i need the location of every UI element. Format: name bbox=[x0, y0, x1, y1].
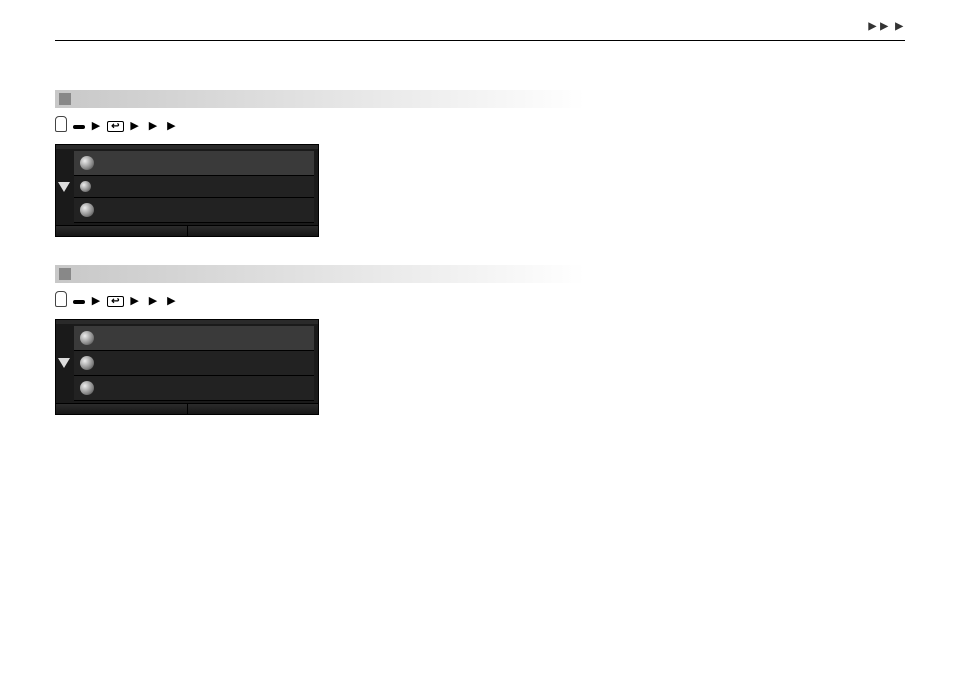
radio-icon bbox=[80, 381, 94, 395]
section-header-voice-language bbox=[55, 90, 585, 108]
cancel-button[interactable] bbox=[56, 226, 188, 236]
triangle-icon: ▶ bbox=[92, 120, 100, 132]
square-bullet-icon bbox=[59, 268, 71, 280]
section-header-keyboard-language bbox=[55, 265, 585, 283]
side-tab-system-setup bbox=[920, 100, 938, 226]
screenshot-body bbox=[56, 149, 318, 225]
triangle-icon: ▶ bbox=[895, 21, 903, 32]
option-list bbox=[72, 149, 318, 225]
save-button[interactable] bbox=[188, 404, 319, 414]
chevron-down-icon bbox=[58, 358, 70, 368]
page: ▶▶ ▶ ▶ ↩ ▶ ▶ ▶ bbox=[0, 0, 960, 678]
finger-icon bbox=[55, 291, 67, 307]
step-line bbox=[347, 169, 349, 190]
steps bbox=[347, 319, 349, 415]
nav-path: ▶ ↩ ▶ ▶ ▶ bbox=[55, 289, 585, 311]
screenshot-voice-language bbox=[55, 144, 319, 237]
step-line bbox=[347, 148, 349, 169]
screenshot-body bbox=[56, 324, 318, 403]
triangle-icon: ▶ bbox=[149, 120, 157, 132]
screenshot-footer bbox=[56, 403, 318, 414]
radio-icon bbox=[80, 181, 91, 192]
horizontal-rule bbox=[55, 40, 905, 41]
option-list bbox=[72, 324, 318, 403]
triangle-icon: ▶ bbox=[167, 295, 175, 307]
map-button-icon bbox=[73, 125, 85, 129]
square-bullet-icon bbox=[59, 93, 71, 105]
triangle-icon: ▶ bbox=[869, 21, 877, 32]
step-line bbox=[347, 323, 349, 344]
cancel-button[interactable] bbox=[56, 404, 188, 414]
list-item[interactable] bbox=[74, 376, 314, 401]
scroll-down-column[interactable] bbox=[56, 324, 72, 403]
triangle-icon: ▶ bbox=[130, 120, 138, 132]
content-row bbox=[55, 319, 585, 415]
finger-icon bbox=[55, 116, 67, 132]
back-button-icon: ↩ bbox=[107, 121, 123, 132]
radio-icon bbox=[80, 331, 94, 345]
map-button-icon bbox=[73, 300, 85, 304]
step-line bbox=[347, 344, 349, 365]
radio-icon bbox=[80, 156, 94, 170]
chevron-down-icon bbox=[58, 182, 70, 192]
list-item[interactable] bbox=[74, 351, 314, 376]
list-item[interactable] bbox=[74, 198, 314, 223]
steps bbox=[347, 144, 349, 237]
back-button-icon: ↩ bbox=[107, 296, 123, 307]
radio-icon bbox=[80, 203, 94, 217]
list-item[interactable] bbox=[74, 326, 314, 351]
screenshot-footer bbox=[56, 225, 318, 236]
radio-icon bbox=[80, 356, 94, 370]
list-item[interactable] bbox=[74, 176, 314, 198]
triangle-icon: ▶ bbox=[149, 295, 157, 307]
save-button[interactable] bbox=[188, 226, 319, 236]
nav-path: ▶ ↩ ▶ ▶ ▶ bbox=[55, 114, 585, 136]
triangle-icon: ▶ bbox=[130, 295, 138, 307]
content-row bbox=[55, 144, 585, 237]
scroll-down-column[interactable] bbox=[56, 149, 72, 225]
list-item[interactable] bbox=[74, 151, 314, 176]
header-breadcrumb: ▶▶ ▶ bbox=[867, 18, 905, 32]
triangle-icon: ▶ bbox=[167, 120, 175, 132]
main-content: ▶ ↩ ▶ ▶ ▶ bbox=[55, 90, 585, 443]
triangle-icon: ▶ bbox=[880, 21, 888, 32]
triangle-icon: ▶ bbox=[92, 295, 100, 307]
screenshot-keyboard-language bbox=[55, 319, 319, 415]
